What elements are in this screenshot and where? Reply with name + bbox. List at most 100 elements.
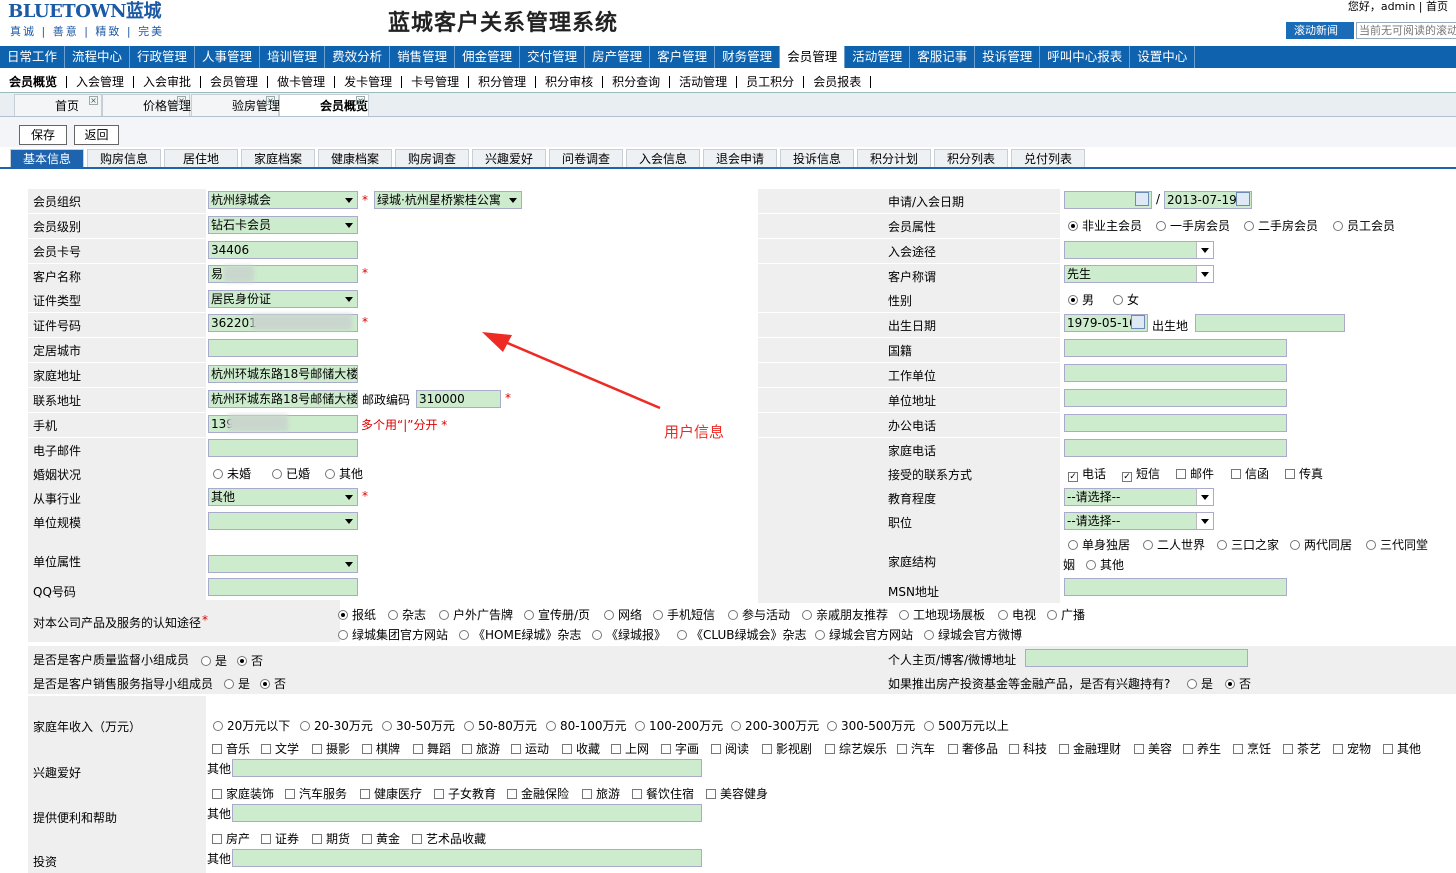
sub-nav-item[interactable]: 积分查询 xyxy=(603,75,671,88)
checkbox[interactable] xyxy=(1231,469,1241,479)
form-tab[interactable]: 退会申请 xyxy=(703,149,777,167)
form-tab[interactable]: 购房调查 xyxy=(395,149,469,167)
salutation-select[interactable]: 先生 xyxy=(1064,265,1214,283)
main-nav-item[interactable]: 活动管理 xyxy=(845,46,911,68)
radio-button[interactable] xyxy=(439,610,449,620)
form-tab[interactable]: 入会信息 xyxy=(626,149,700,167)
sales-no[interactable]: 否 xyxy=(260,675,286,692)
msn-input[interactable] xyxy=(1064,578,1287,596)
radio-button[interactable] xyxy=(1068,540,1078,550)
awareness-option[interactable]: 电视 xyxy=(998,606,1036,623)
radio-button[interactable] xyxy=(300,721,310,731)
unit-attr-select[interactable] xyxy=(208,555,358,573)
help-option[interactable]: 旅游 xyxy=(582,785,620,802)
checkbox[interactable] xyxy=(706,789,716,799)
hobby-option[interactable]: 上网 xyxy=(611,740,649,757)
home-phone-input[interactable] xyxy=(1064,439,1287,457)
radio-button[interactable] xyxy=(1047,610,1057,620)
org-select[interactable]: 杭州绿城会 xyxy=(208,191,358,209)
checkbox[interactable] xyxy=(1285,469,1295,479)
help-option[interactable]: 汽车服务 xyxy=(285,785,347,802)
project-select[interactable]: 绿城·杭州星桥紫桂公寓 xyxy=(374,191,522,209)
sub-nav-item[interactable]: 会员报表 xyxy=(804,75,872,88)
sub-nav-item[interactable]: 会员管理 xyxy=(201,75,269,88)
radio-button[interactable] xyxy=(388,610,398,620)
invest-option[interactable]: 证券 xyxy=(261,830,299,847)
main-nav-item[interactable]: 行政管理 xyxy=(130,46,196,68)
family-option[interactable]: 单身独居 xyxy=(1068,536,1130,553)
main-nav-item[interactable]: 费效分析 xyxy=(325,46,391,68)
contact-way-option[interactable]: ✓ 电话 xyxy=(1068,465,1106,482)
checkbox[interactable] xyxy=(1383,744,1393,754)
checkbox[interactable] xyxy=(1183,744,1193,754)
help-other-input[interactable] xyxy=(232,804,702,822)
checkbox[interactable] xyxy=(212,789,222,799)
hobby-option[interactable]: 文学 xyxy=(261,740,299,757)
family-option[interactable]: 三口之家 xyxy=(1217,536,1279,553)
checkbox[interactable] xyxy=(312,744,322,754)
form-tab[interactable]: 问卷调查 xyxy=(549,149,623,167)
radio-button[interactable] xyxy=(1217,540,1227,550)
radio-button[interactable] xyxy=(382,721,392,731)
main-nav-item[interactable]: 呼叫中心报表 xyxy=(1040,46,1131,68)
income-option[interactable]: 200-300万元 xyxy=(731,717,819,734)
radio-button[interactable] xyxy=(1143,540,1153,550)
hobby-option[interactable]: 茶艺 xyxy=(1283,740,1321,757)
hobby-option[interactable]: 收藏 xyxy=(562,740,600,757)
sub-nav-item[interactable]: 入会管理 xyxy=(67,75,135,88)
income-option[interactable]: 50-80万元 xyxy=(464,717,537,734)
sub-nav-item[interactable]: 会员概览 xyxy=(0,75,68,88)
radio-button[interactable] xyxy=(272,469,282,479)
invest-option[interactable]: 期货 xyxy=(312,830,350,847)
checkbox[interactable] xyxy=(413,744,423,754)
checkbox[interactable] xyxy=(948,744,958,754)
checkbox[interactable] xyxy=(1059,744,1069,754)
quality-no[interactable]: 否 xyxy=(237,652,263,669)
hobby-option[interactable]: 汽车 xyxy=(897,740,935,757)
form-tab[interactable]: 积分列表 xyxy=(934,149,1008,167)
fund-yes[interactable]: 是 xyxy=(1187,675,1213,692)
help-option[interactable]: 健康医疗 xyxy=(360,785,422,802)
income-option[interactable]: 100-200万元 xyxy=(635,717,723,734)
hobby-option[interactable]: 舞蹈 xyxy=(413,740,451,757)
form-tab[interactable]: 基本信息 xyxy=(10,149,84,167)
radio-button[interactable] xyxy=(213,721,223,731)
radio-button[interactable] xyxy=(653,610,663,620)
help-option[interactable]: 金融保险 xyxy=(507,785,569,802)
radio-button[interactable] xyxy=(201,656,211,666)
checkbox[interactable] xyxy=(360,789,370,799)
awareness-option[interactable]: 参与活动 xyxy=(728,606,790,623)
main-nav-item[interactable]: 日常工作 xyxy=(0,46,66,68)
radio-button[interactable] xyxy=(728,610,738,620)
main-nav-item[interactable]: 销售管理 xyxy=(390,46,456,68)
income-option[interactable]: 20万元以下 xyxy=(213,717,290,734)
main-nav-item[interactable]: 会员管理 xyxy=(780,46,846,68)
form-tab[interactable]: 投诉信息 xyxy=(780,149,854,167)
calendar-icon[interactable] xyxy=(1131,315,1145,329)
fund-no[interactable]: 否 xyxy=(1225,675,1251,692)
awareness-option[interactable]: 《HOME绿城》杂志 xyxy=(459,626,581,643)
radio-button[interactable] xyxy=(524,610,534,620)
awareness-option[interactable]: 户外广告牌 xyxy=(439,606,513,623)
checkbox[interactable] xyxy=(1176,469,1186,479)
checkbox[interactable] xyxy=(711,744,721,754)
main-nav-item[interactable]: 财务管理 xyxy=(715,46,781,68)
close-icon[interactable]: × xyxy=(266,96,275,105)
scale-select[interactable] xyxy=(208,512,358,530)
radio-button[interactable] xyxy=(464,721,474,731)
checkbox[interactable] xyxy=(507,789,517,799)
checkbox[interactable] xyxy=(362,834,372,844)
radio-button[interactable] xyxy=(635,721,645,731)
checkbox[interactable] xyxy=(261,834,271,844)
main-nav-item[interactable]: 客服记事 xyxy=(910,46,976,68)
homepage-input[interactable] xyxy=(1025,649,1248,667)
contact-way-option[interactable]: 邮件 xyxy=(1176,465,1214,482)
member-attr-option[interactable]: 一手房会员 xyxy=(1156,217,1230,234)
radio-button[interactable] xyxy=(1290,540,1300,550)
checkbox[interactable] xyxy=(611,744,621,754)
main-nav-item[interactable]: 人事管理 xyxy=(195,46,261,68)
radio-button[interactable] xyxy=(1113,295,1123,305)
main-nav-item[interactable]: 交付管理 xyxy=(520,46,586,68)
family-option[interactable]: 三代同堂 xyxy=(1366,536,1428,553)
checkbox[interactable] xyxy=(312,834,322,844)
